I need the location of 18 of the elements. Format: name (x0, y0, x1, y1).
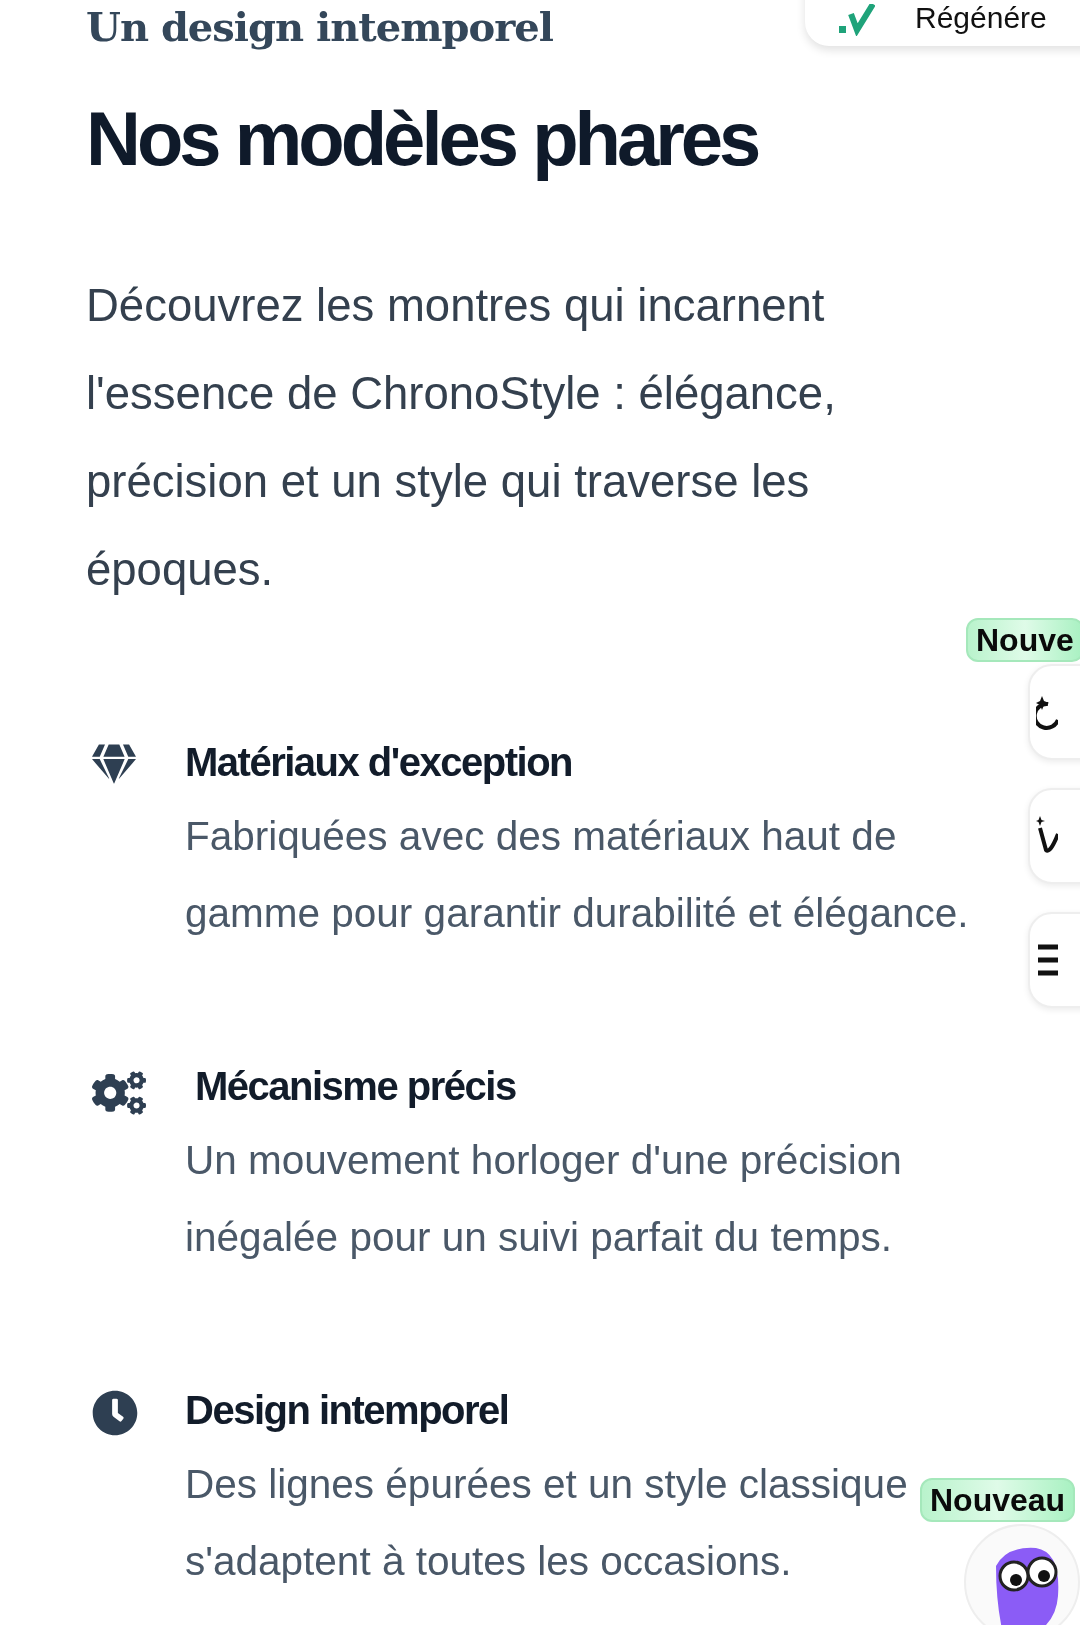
section-eyebrow: Un design intemporel (86, 2, 553, 52)
diamond-icon (92, 742, 136, 786)
intro-paragraph: Découvrez les montres qui incarnent l'essence de ChronoStyle : élégance, précision et un style qui traverse les époques. (86, 279, 837, 597)
new-badge: Nouveau (920, 1478, 1076, 1522)
clock-icon (92, 1390, 138, 1436)
regenerate-label: Régénére (915, 0, 1047, 36)
sparkle-check-icon (839, 4, 875, 36)
new-badge: Nouve (966, 618, 1080, 662)
feature-description: Fabriquées avec des matériaux haut de gamme pour garantir durabilité et élégance. (185, 812, 970, 938)
feature-title: Matériaux d'exception (185, 739, 572, 786)
regenerate-card[interactable]: Régénére (805, 0, 1080, 46)
sparkle-refresh-icon (1036, 694, 1058, 730)
feature-title: Mécanisme précis (195, 1063, 516, 1110)
section-heading: Nos modèles phares (86, 95, 759, 183)
menu-icon (1036, 943, 1058, 977)
feature-description: Des lignes épurées et un style classique s'adaptent à toutes les occasions. (185, 1460, 909, 1586)
feature-title: Design intemporel (185, 1387, 509, 1434)
feature-description: Un mouvement horloger d'une précision inégalée pour un suivi parfait du temps. (185, 1136, 903, 1262)
